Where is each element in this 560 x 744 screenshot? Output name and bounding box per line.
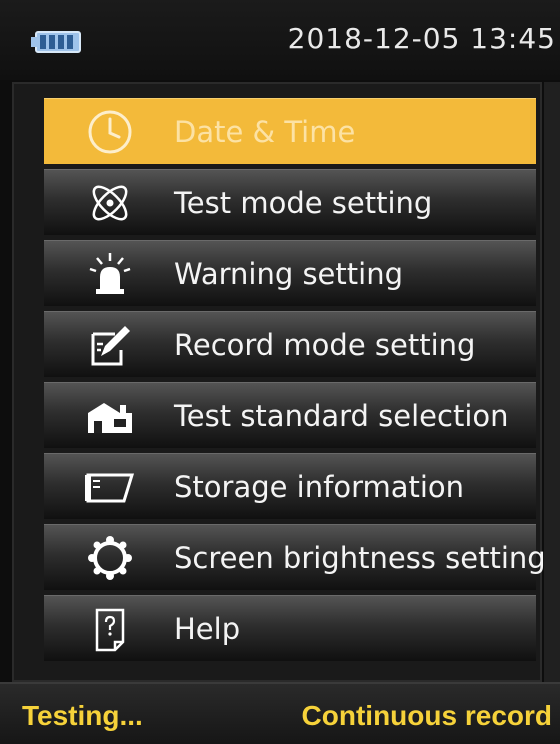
menu-item-warning[interactable]: Warning setting (44, 240, 536, 306)
menu-item-label: Record mode setting (174, 327, 476, 362)
record-mode-status: Continuous record (301, 700, 552, 731)
battery-full-icon (30, 30, 82, 54)
menu-item-help[interactable]: Help (44, 595, 536, 661)
menu-item-storage[interactable]: Storage information (44, 453, 536, 519)
menu-item-label: Date & Time (174, 114, 356, 149)
footer-bar: Testing... Continuous record (0, 682, 560, 744)
help-document-icon (80, 602, 140, 656)
menu-item-label: Storage information (174, 469, 465, 504)
clock-icon (80, 105, 140, 159)
menu-item-record-mode[interactable]: Record mode setting (44, 311, 536, 377)
brightness-icon (80, 531, 140, 585)
status-bar: 2018-12-05 13:45 (0, 0, 560, 80)
device-screen: 2018-12-05 13:45 Date & Time Test mode s… (0, 0, 560, 744)
menu-item-date-time[interactable]: Date & Time (44, 98, 536, 164)
menu-item-test-standard[interactable]: Test standard selection (44, 382, 536, 448)
menu-item-label: Test mode setting (174, 185, 433, 220)
edit-note-icon (80, 318, 140, 372)
menu-item-label: Screen brightness setting (174, 540, 546, 575)
alarm-light-icon (80, 247, 140, 301)
menu-item-test-mode[interactable]: Test mode setting (44, 169, 536, 235)
menu-item-brightness[interactable]: Screen brightness setting (44, 524, 546, 590)
storage-card-icon (80, 460, 140, 514)
test-status: Testing... (22, 700, 143, 731)
menu-item-label: Test standard selection (174, 398, 509, 433)
atom-icon (80, 176, 140, 230)
settings-menu: Date & Time Test mode setting Warning se… (44, 98, 546, 666)
datetime-display: 2018-12-05 13:45 (287, 22, 556, 55)
building-icon (80, 389, 140, 443)
menu-item-label: Help (174, 611, 241, 646)
scroll-track[interactable] (544, 82, 560, 682)
menu-item-label: Warning setting (174, 256, 403, 291)
